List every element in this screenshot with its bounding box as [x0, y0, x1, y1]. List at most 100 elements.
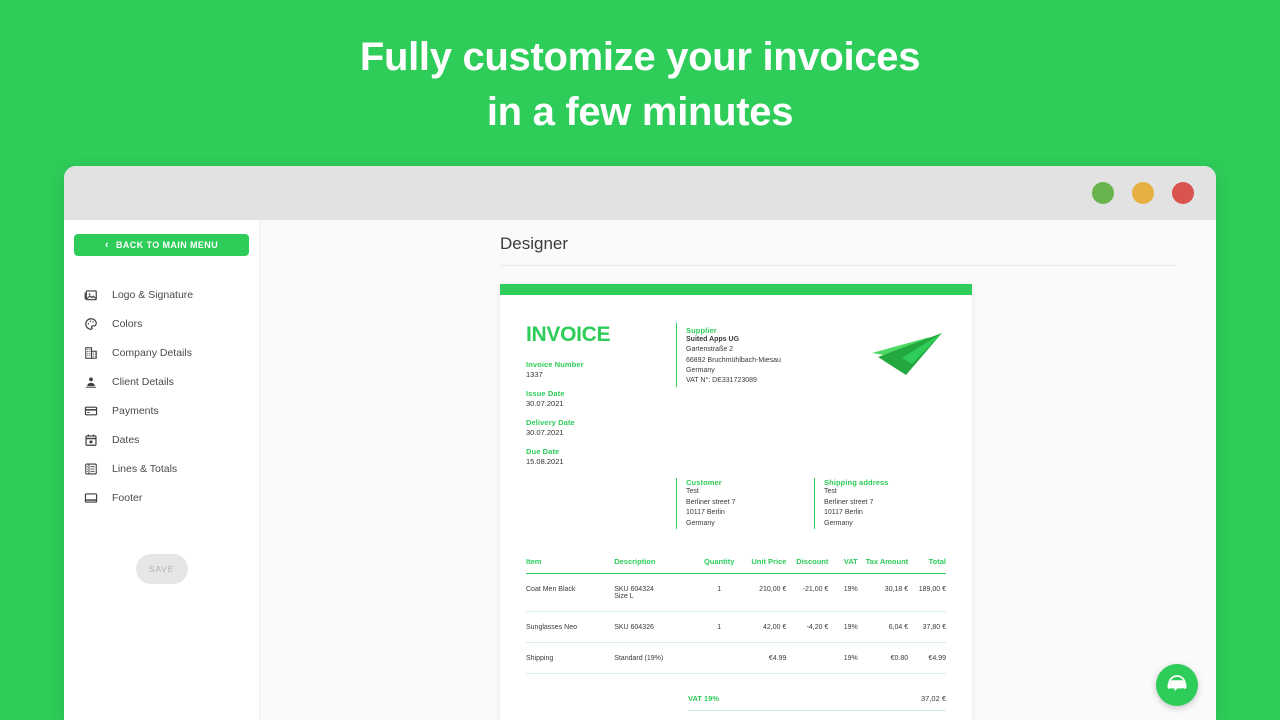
cell-description: SKU 604324 Size L: [614, 574, 698, 612]
cell-quantity: 1: [698, 612, 740, 643]
sidebar-item-logo-signature[interactable]: Logo & Signature: [64, 280, 259, 309]
issue-date-value: 30.07.2021: [526, 399, 676, 408]
maximize-dot-icon[interactable]: [1132, 182, 1154, 204]
minimize-dot-icon[interactable]: [1092, 182, 1114, 204]
shipping-block: Shipping address Test Berliner street 7 …: [814, 478, 946, 529]
shipping-city: 10117 Berlin: [824, 508, 946, 519]
sidebar-item-label: Client Details: [112, 376, 174, 388]
cell-description-line1: SKU 604324: [614, 586, 698, 593]
person-icon: [84, 375, 98, 389]
cell-unit-price: 42,00 €: [740, 612, 786, 643]
company-logo-paper-plane-icon: [868, 331, 946, 379]
issue-date-block: Issue Date 30.07.2021: [526, 389, 676, 408]
page-title: Designer: [500, 234, 1176, 266]
cell-description: SKU 604326: [614, 612, 698, 643]
cell-description-line2: Size L: [614, 593, 698, 600]
th-quantity: Quantity: [698, 557, 740, 574]
customer-country: Germany: [686, 519, 808, 530]
invoice-title: INVOICE: [526, 323, 676, 347]
sidebar-item-colors[interactable]: Colors: [64, 309, 259, 338]
th-vat: VAT: [828, 557, 857, 574]
delivery-date-block: Delivery Date 30.07.2021: [526, 418, 676, 437]
sidebar-item-company-details[interactable]: Company Details: [64, 338, 259, 367]
th-discount: Discount: [786, 557, 828, 574]
invoice-accent-bar: [500, 284, 972, 295]
addresses-spacer: [526, 478, 676, 529]
sidebar-item-label: Lines & Totals: [112, 463, 177, 475]
close-dot-icon[interactable]: [1172, 182, 1194, 204]
cell-total: 37,80 €: [908, 612, 946, 643]
customer-city: 10117 Berlin: [686, 508, 808, 519]
totals-section: VAT 19% 37,02 € Total Discount 18,80 € T…: [526, 686, 946, 720]
cell-total: 189,00 €: [908, 574, 946, 612]
totals-row-vat: VAT 19% 37,02 €: [688, 686, 946, 711]
sidebar-item-label: Footer: [112, 492, 142, 504]
issue-date-label: Issue Date: [526, 389, 676, 398]
totals-row-discount: Total Discount 18,80 €: [688, 711, 946, 720]
headline-line-1: Fully customize your invoices: [0, 30, 1280, 85]
sidebar-item-lines-totals[interactable]: Lines & Totals: [64, 454, 259, 483]
due-date-label: Due Date: [526, 447, 676, 456]
invoice-number-value: 1337: [526, 370, 676, 379]
addresses-row: Customer Test Berliner street 7 10117 Be…: [526, 478, 946, 529]
supplier-vat: VAT N°: DE331723089: [686, 376, 868, 386]
delivery-date-value: 30.07.2021: [526, 428, 676, 437]
sidebar-item-payments[interactable]: Payments: [64, 396, 259, 425]
th-tax-amount: Tax Amount: [858, 557, 908, 574]
cell-vat: 19%: [828, 612, 857, 643]
totals-label: VAT 19%: [688, 686, 853, 711]
due-date-block: Due Date 15.08.2021: [526, 447, 676, 466]
sidebar-item-footer[interactable]: Footer: [64, 483, 259, 512]
customer-label: Customer: [686, 478, 808, 487]
sidebar-item-label: Logo & Signature: [112, 289, 193, 301]
th-description: Description: [614, 557, 698, 574]
sidebar-item-dates[interactable]: Dates: [64, 425, 259, 454]
support-chat-icon: [1165, 672, 1189, 699]
delivery-date-label: Delivery Date: [526, 418, 676, 427]
save-button-wrap: SAVE: [64, 554, 259, 584]
browser-window: ‹ BACK TO MAIN MENU Logo & Signature: [64, 166, 1216, 720]
cell-discount: -4,20 €: [786, 612, 828, 643]
calendar-icon: [84, 433, 98, 447]
sidebar-nav: Logo & Signature Colors: [64, 272, 259, 512]
sidebar-item-client-details[interactable]: Client Details: [64, 367, 259, 396]
invoice-header: INVOICE Invoice Number 1337 Issue Date 3…: [526, 323, 946, 476]
shipping-street: Berliner street 7: [824, 498, 946, 509]
supplier-name: Suited Apps UG: [686, 335, 868, 345]
cell-discount: -21,00 €: [786, 574, 828, 612]
invoice-preview: INVOICE Invoice Number 1337 Issue Date 3…: [500, 284, 972, 720]
table-row: Coat Men Black SKU 604324 Size L 1 210,0…: [526, 574, 946, 612]
table-row: Shipping Standard (19%) €4.99 19% €0.80 …: [526, 643, 946, 674]
line-items-head: Item Description Quantity Unit Price Dis…: [526, 557, 946, 574]
list-table-icon: [84, 462, 98, 476]
table-row: Sunglasses Neo SKU 604326 1 42,00 € -4,2…: [526, 612, 946, 643]
page-headline: Fully customize your invoices in a few m…: [0, 30, 1280, 140]
customer-name: Test: [686, 487, 808, 498]
th-unit-price: Unit Price: [740, 557, 786, 574]
invoice-body: INVOICE Invoice Number 1337 Issue Date 3…: [500, 295, 972, 720]
due-date-value: 15.08.2021: [526, 457, 676, 466]
headline-line-2: in a few minutes: [0, 85, 1280, 140]
credit-card-icon: [84, 404, 98, 418]
totals-label: Total Discount: [688, 711, 853, 720]
th-total: Total: [908, 557, 946, 574]
totals-value: 37,02 €: [853, 686, 946, 711]
cell-discount: [786, 643, 828, 674]
back-to-main-menu-label: BACK TO MAIN MENU: [116, 240, 218, 250]
support-chat-button[interactable]: [1156, 664, 1198, 706]
supplier-label: Supplier: [686, 326, 868, 335]
totals-table: VAT 19% 37,02 € Total Discount 18,80 € T…: [688, 686, 946, 720]
cell-item: Coat Men Black: [526, 574, 614, 612]
cell-tax-amount: €0.80: [858, 643, 908, 674]
cell-tax-amount: 30,18 €: [858, 574, 908, 612]
totals-value: 18,80 €: [853, 711, 946, 720]
back-to-main-menu-button[interactable]: ‹ BACK TO MAIN MENU: [74, 234, 249, 256]
save-button[interactable]: SAVE: [136, 554, 188, 584]
cell-total: €4.99: [908, 643, 946, 674]
invoice-number-label: Invoice Number: [526, 360, 676, 369]
cell-vat: 19%: [828, 643, 857, 674]
invoice-meta-column: INVOICE Invoice Number 1337 Issue Date 3…: [526, 323, 676, 476]
image-icon: [84, 288, 98, 302]
customer-street: Berliner street 7: [686, 498, 808, 509]
invoice-number-block: Invoice Number 1337: [526, 360, 676, 379]
